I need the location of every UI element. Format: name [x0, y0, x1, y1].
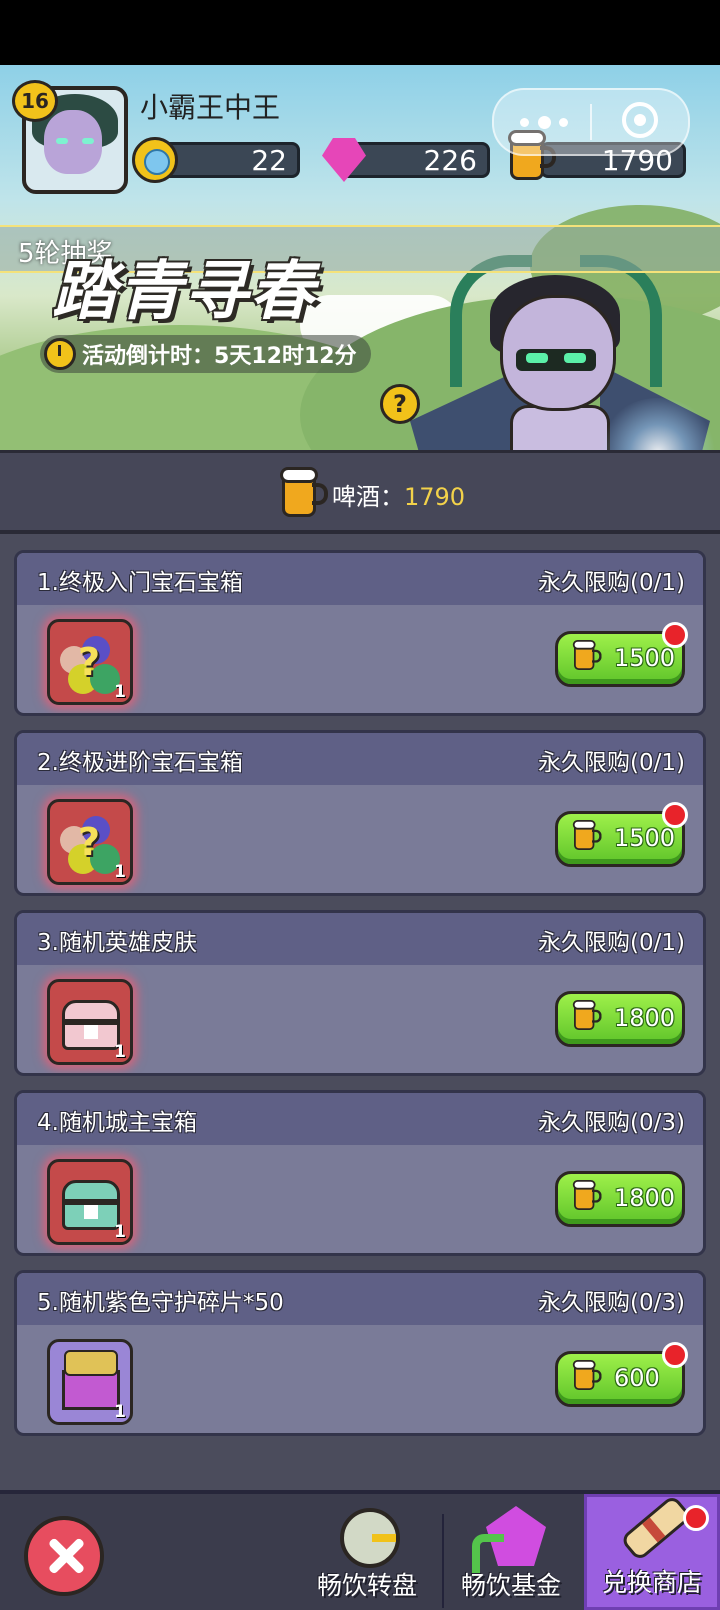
status-bar: [0, 0, 720, 65]
close-button[interactable]: [24, 1516, 104, 1596]
beer-balance-text: 啤酒：1790: [332, 477, 465, 512]
tab-label: 畅饮转盘: [316, 1571, 417, 1600]
beer-icon: [572, 640, 602, 671]
gem-counter: 226: [340, 142, 490, 178]
shop-item-title: 4.随机城主宝箱: [37, 1110, 197, 1136]
price-label: 600: [614, 1364, 660, 1392]
bottom-navigation: 畅饮转盘 畅饮基金 兑换商店: [0, 1490, 720, 1610]
buy-button[interactable]: 1800: [555, 1171, 685, 1227]
gem-chest-item-icon[interactable]: ? 1: [47, 619, 133, 705]
more-options-icon[interactable]: [520, 115, 568, 129]
beer-icon: [280, 467, 328, 519]
shop-item-limit: 永久限购(0/1): [538, 930, 685, 956]
coin-icon: [132, 137, 178, 183]
beer-balance-bar: 啤酒：1790: [0, 450, 720, 534]
beer-balance-label: 啤酒：: [332, 483, 404, 511]
buy-button[interactable]: 1500: [555, 622, 688, 687]
player-name: 小霸王中王: [140, 91, 281, 124]
wheel-icon: [340, 1508, 400, 1568]
tab-drink-wheel[interactable]: 畅饮转盘: [302, 1494, 432, 1610]
price-label: 1800: [614, 1004, 676, 1032]
coin-counter: 22: [160, 142, 300, 178]
beer-icon: [572, 1000, 602, 1031]
coin-value: 22: [251, 143, 287, 177]
skin-chest-item-icon[interactable]: 1: [47, 979, 133, 1065]
notification-dot: [662, 1342, 688, 1368]
buy-button[interactable]: 600: [555, 1342, 688, 1407]
shop-item-card: 4.随机城主宝箱 永久限购(0/3) 1 1800: [14, 1090, 706, 1256]
buy-button[interactable]: 1500: [555, 802, 688, 867]
exchange-shop-list: 1.终极入门宝石宝箱 永久限购(0/1) ? 1 1500 2.终极进阶宝石宝箱…: [0, 534, 720, 1490]
item-count: 1: [114, 682, 126, 702]
shop-item-limit: 永久限购(0/1): [538, 570, 685, 596]
beer-balance-value: 1790: [404, 483, 466, 511]
gem-value: 226: [423, 143, 477, 177]
lord-chest-item-icon[interactable]: 1: [47, 1159, 133, 1245]
shop-item-title: 3.随机英雄皮肤: [37, 930, 197, 956]
shop-item-limit: 永久限购(0/3): [538, 1290, 685, 1316]
notification-dot: [662, 802, 688, 828]
shop-item-card: 3.随机英雄皮肤 永久限购(0/1) 1 1800: [14, 910, 706, 1076]
event-countdown: 活动倒计时： 5天12时12分: [40, 335, 371, 373]
item-count: 1: [114, 1222, 126, 1242]
beer-icon: [572, 1360, 602, 1391]
scroll-icon: [619, 1494, 693, 1562]
notification-dot: [683, 1505, 709, 1531]
tab-drink-fund[interactable]: 畅饮基金: [446, 1494, 576, 1610]
price-label: 1500: [614, 824, 676, 852]
shop-item-title: 1.终极入门宝石宝箱: [37, 570, 243, 596]
price-label: 1500: [614, 644, 676, 672]
beer-icon: [572, 820, 602, 851]
event-title: 踏青寻春: [52, 255, 316, 329]
item-count: 1: [114, 1402, 126, 1422]
countdown-value: 5天12时12分: [214, 344, 357, 369]
shop-item-card: 2.终极进阶宝石宝箱 永久限购(0/1) ? 1 1500: [14, 730, 706, 896]
price-label: 1800: [614, 1184, 676, 1212]
shop-item-limit: 永久限购(0/3): [538, 1110, 685, 1136]
buy-button[interactable]: 1800: [555, 991, 685, 1047]
player-level-badge: 16: [12, 80, 58, 122]
shop-item-card: 5.随机紫色守护碎片*50 永久限购(0/3) 1 600: [14, 1270, 706, 1436]
shop-item-card: 1.终极入门宝石宝箱 永久限购(0/1) ? 1 1500: [14, 550, 706, 716]
guardian-shard-item-icon[interactable]: 1: [47, 1339, 133, 1425]
tab-exchange-shop[interactable]: 兑换商店: [584, 1494, 720, 1610]
close-miniprogram-icon[interactable]: [622, 102, 658, 138]
notification-dot: [662, 622, 688, 648]
help-icon[interactable]: ?: [380, 384, 420, 424]
tab-label: 畅饮基金: [460, 1571, 561, 1600]
beer-icon: [572, 1180, 602, 1211]
gem-chest-item-icon[interactable]: ? 1: [47, 799, 133, 885]
item-count: 1: [114, 862, 126, 882]
shop-item-title: 5.随机紫色守护碎片*50: [37, 1290, 284, 1316]
shop-item-limit: 永久限购(0/1): [538, 750, 685, 776]
item-count: 1: [114, 1042, 126, 1062]
clock-icon: [44, 338, 76, 370]
countdown-label: 活动倒计时：: [82, 344, 215, 369]
shop-item-title: 2.终极进阶宝石宝箱: [37, 750, 243, 776]
tab-label: 兑换商店: [601, 1568, 702, 1597]
miniprogram-capsule: [492, 88, 690, 156]
